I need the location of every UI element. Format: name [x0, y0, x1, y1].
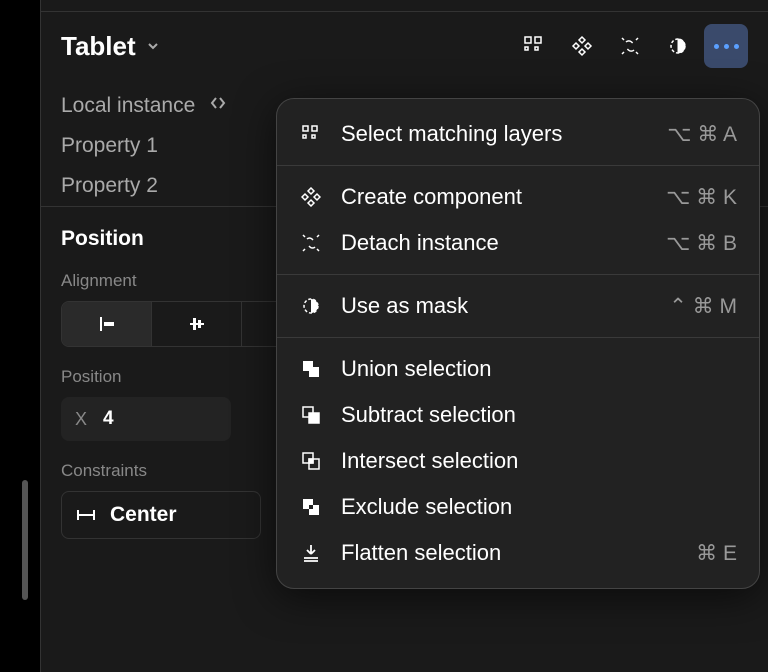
detach-icon: [299, 231, 323, 255]
scroll-indicator[interactable]: [22, 480, 28, 600]
menu-label: Flatten selection: [341, 540, 678, 566]
select-matching-icon[interactable]: [512, 24, 556, 68]
instance-label: Local instance: [61, 94, 195, 118]
union-icon: [299, 357, 323, 381]
menu-label: Subtract selection: [341, 402, 737, 428]
panel-top-border: [41, 0, 768, 12]
select-matching-icon: [299, 122, 323, 146]
menu-separator: [277, 337, 759, 338]
menu-detach-instance[interactable]: Detach instance ⌥ ⌘ B: [277, 220, 759, 266]
align-left-button[interactable]: [62, 302, 152, 346]
property-label: Property 1: [61, 134, 158, 158]
menu-label: Detach instance: [341, 230, 648, 256]
panel-header: Tablet: [41, 12, 768, 86]
align-vertical-center-button[interactable]: [152, 302, 242, 346]
menu-shortcut: ⌘ E: [696, 541, 737, 566]
constraint-dropdown[interactable]: Center: [61, 491, 261, 539]
menu-label: Use as mask: [341, 293, 651, 319]
menu-separator: [277, 165, 759, 166]
menu-separator: [277, 274, 759, 275]
menu-subtract-selection[interactable]: Subtract selection: [277, 392, 759, 438]
more-options-button[interactable]: [704, 24, 748, 68]
menu-exclude-selection[interactable]: Exclude selection: [277, 484, 759, 530]
menu-shortcut: ⌥ ⌘ K: [666, 185, 737, 210]
use-as-mask-icon[interactable]: [656, 24, 700, 68]
menu-flatten-selection[interactable]: Flatten selection ⌘ E: [277, 530, 759, 576]
menu-label: Select matching layers: [341, 121, 649, 147]
menu-intersect-selection[interactable]: Intersect selection: [277, 438, 759, 484]
menu-create-component[interactable]: Create component ⌥ ⌘ K: [277, 174, 759, 220]
x-label: X: [75, 409, 87, 430]
menu-shortcut: ⌥ ⌘ B: [666, 231, 737, 256]
constraint-horizontal-icon: [76, 508, 96, 522]
context-menu: Select matching layers ⌥ ⌘ A Create comp…: [276, 98, 760, 589]
exclude-icon: [299, 495, 323, 519]
subtract-icon: [299, 403, 323, 427]
property-label: Property 2: [61, 174, 158, 198]
flatten-icon: [299, 541, 323, 565]
constraint-value: Center: [110, 503, 177, 527]
menu-label: Intersect selection: [341, 448, 737, 474]
menu-shortcut: ⌃ ⌘ M: [669, 294, 737, 319]
menu-select-matching-layers[interactable]: Select matching layers ⌥ ⌘ A: [277, 111, 759, 157]
detach-instance-icon[interactable]: [608, 24, 652, 68]
ellipsis-icon: [714, 44, 739, 49]
intersect-icon: [299, 449, 323, 473]
x-position-input[interactable]: X 4: [61, 397, 231, 441]
component-title: Tablet: [61, 31, 136, 62]
create-component-icon[interactable]: [560, 24, 604, 68]
x-value: 4: [103, 408, 114, 430]
mask-icon: [299, 294, 323, 318]
menu-label: Union selection: [341, 356, 737, 382]
menu-use-as-mask[interactable]: Use as mask ⌃ ⌘ M: [277, 283, 759, 329]
chevron-down-icon[interactable]: [146, 39, 160, 53]
instance-swap-icon[interactable]: [209, 94, 227, 118]
menu-shortcut: ⌥ ⌘ A: [667, 122, 737, 147]
menu-label: Exclude selection: [341, 494, 737, 520]
component-icon: [299, 185, 323, 209]
menu-union-selection[interactable]: Union selection: [277, 346, 759, 392]
menu-label: Create component: [341, 184, 648, 210]
